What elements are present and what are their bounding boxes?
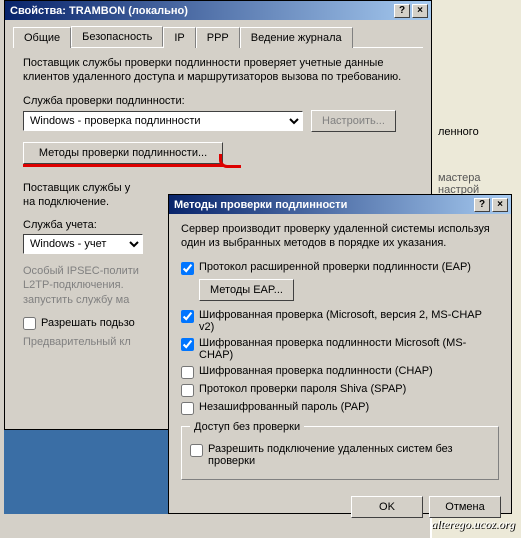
eap-methods-button[interactable]: Методы EAP... <box>199 279 294 301</box>
tab-security[interactable]: Безопасность <box>71 26 163 47</box>
bg-text-1: ленного <box>438 126 518 138</box>
title-auth-methods: Методы проверки подлинности <box>172 199 472 211</box>
watermark: alterego.ucoz.org <box>431 517 515 532</box>
mschap-checkbox[interactable] <box>181 338 194 351</box>
eap-label: Протокол расширенной проверки подлинност… <box>199 261 471 273</box>
noauth-label: Разрешить подключение удаленных систем б… <box>208 443 490 467</box>
tab-ppp[interactable]: PPP <box>196 27 240 48</box>
allow-custom-checkbox[interactable] <box>23 317 36 330</box>
title-properties: Свойства: TRAMBON (локально) <box>8 5 392 17</box>
titlebar-properties[interactable]: Свойства: TRAMBON (локально) ? × <box>5 1 431 20</box>
auth-provider-description: Поставщик службы проверки подлинности пр… <box>23 56 413 85</box>
chap-checkbox[interactable] <box>181 366 194 379</box>
auth-service-select[interactable]: Windows - проверка подлинности <box>23 111 303 131</box>
auth-service-label: Служба проверки подлинности: <box>23 95 413 107</box>
spap-checkbox[interactable] <box>181 384 194 397</box>
close-icon[interactable]: × <box>492 198 508 212</box>
mschap-label: Шифрованная проверка подлинности Microso… <box>199 337 499 361</box>
cancel-button[interactable]: Отмена <box>429 496 501 518</box>
tab-logging[interactable]: Ведение журнала <box>240 27 353 48</box>
chap-label: Шифрованная проверка подлинности (CHAP) <box>199 365 433 377</box>
pap-checkbox[interactable] <box>181 402 194 415</box>
dialog-auth-methods: Методы проверки подлинности ? × Сервер п… <box>168 194 512 514</box>
eap-checkbox[interactable] <box>181 262 194 275</box>
mschap-v2-label: Шифрованная проверка (Microsoft, версия … <box>199 309 499 333</box>
close-icon[interactable]: × <box>412 4 428 18</box>
allow-custom-label: Разрешать подьзо <box>41 317 135 329</box>
pap-label: Незашифрованный пароль (PAP) <box>199 401 369 413</box>
auth-methods-button[interactable]: Методы проверки подлинности... <box>23 142 223 164</box>
mschap-v2-checkbox[interactable] <box>181 310 194 323</box>
help-icon[interactable]: ? <box>394 4 410 18</box>
highlight-mark <box>219 154 241 168</box>
noauth-group: Доступ без проверки Разрешить подключени… <box>181 421 499 480</box>
tab-general[interactable]: Общие <box>13 27 71 48</box>
titlebar-auth-methods[interactable]: Методы проверки подлинности ? × <box>169 195 511 214</box>
ok-button[interactable]: OK <box>351 496 423 518</box>
spap-label: Протокол проверки пароля Shiva (SPAP) <box>199 383 406 395</box>
bg-text-2: мастера настрой <box>438 172 518 196</box>
acct-service-select[interactable]: Windows - учет <box>23 234 143 254</box>
auth-methods-description: Сервер производит проверку удаленной сис… <box>181 222 499 251</box>
noauth-checkbox[interactable] <box>190 444 203 457</box>
tab-ip[interactable]: IP <box>163 27 195 48</box>
configure-button: Настроить... <box>311 110 396 132</box>
help-icon[interactable]: ? <box>474 198 490 212</box>
noauth-legend: Доступ без проверки <box>190 421 304 433</box>
tabstrip: Общие Безопасность IP PPP Ведение журнал… <box>13 26 423 48</box>
